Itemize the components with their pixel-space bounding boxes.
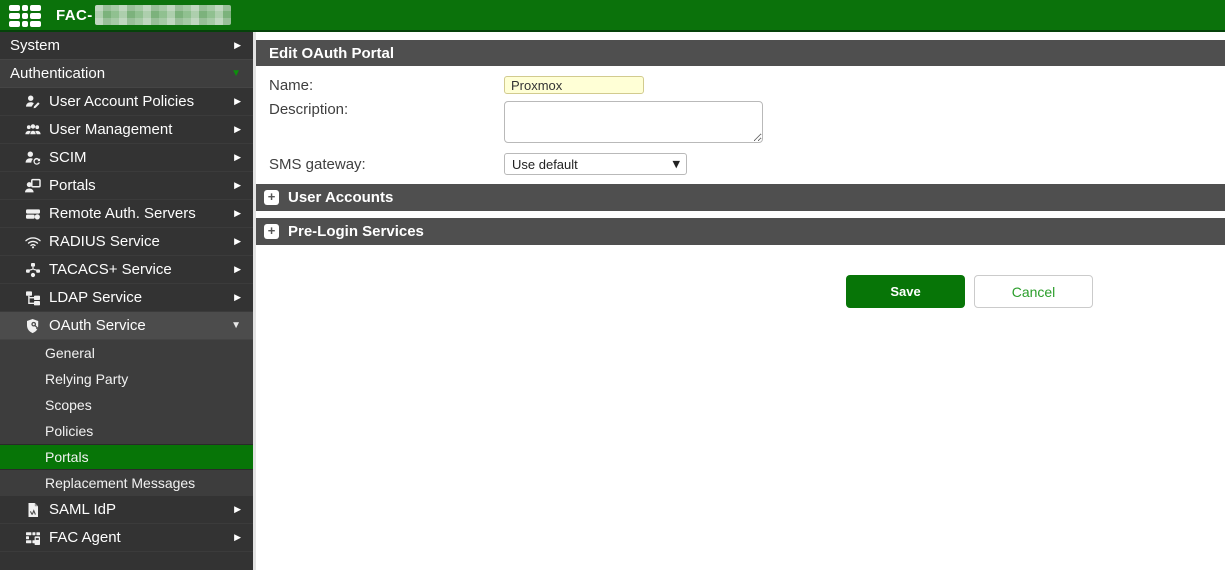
sidebar-subitem-replacement-messages[interactable]: Replacement Messages: [0, 470, 253, 496]
server-icon: [25, 206, 43, 222]
sidebar-item-label: Portals: [49, 177, 234, 194]
expand-plus-icon[interactable]: [264, 224, 279, 239]
sidebar-item-system[interactable]: System: [0, 32, 253, 60]
description-textarea[interactable]: [504, 101, 763, 143]
chevron-right-icon: [234, 41, 241, 50]
chevron-right-icon: [234, 153, 241, 162]
sidebar-subitem-scopes[interactable]: Scopes: [0, 392, 253, 418]
user-portal-icon: [25, 178, 43, 194]
sidebar-item-label: SCIM: [49, 149, 234, 166]
chevron-right-icon: [234, 97, 241, 106]
network-nodes-icon: [25, 262, 43, 278]
sidebar-item-radius-service[interactable]: RADIUS Service: [0, 228, 253, 256]
sidebar-subitem-policies[interactable]: Policies: [0, 418, 253, 444]
sidebar-item-label: User Management: [49, 121, 234, 138]
name-row: Name:: [269, 76, 1225, 94]
sidebar-item-label: RADIUS Service: [49, 233, 234, 250]
sidebar-item-label: Relying Party: [45, 371, 128, 387]
fortinet-logo-icon: [9, 5, 41, 27]
description-label: Description:: [269, 101, 504, 118]
sidebar-item-fac-agent[interactable]: FAC Agent: [0, 524, 253, 552]
main-content: Edit OAuth Portal Name: Description: SMS…: [256, 32, 1225, 570]
chevron-down-icon: [231, 321, 241, 331]
chevron-right-icon: [234, 209, 241, 218]
sidebar-subitem-portals[interactable]: Portals: [0, 444, 253, 470]
users-icon: [25, 122, 43, 138]
sidebar: System Authentication User Account Polic…: [0, 32, 253, 570]
name-input[interactable]: [504, 76, 644, 94]
page-title-bar: Edit OAuth Portal: [256, 40, 1225, 66]
sidebar-filler: [0, 552, 253, 560]
sms-gateway-select-wrap: Use default: [504, 153, 687, 175]
user-sync-icon: [25, 150, 43, 166]
sidebar-item-label: Policies: [45, 423, 93, 439]
section-pre-login-services[interactable]: Pre-Login Services: [256, 218, 1225, 245]
expand-plus-icon[interactable]: [264, 190, 279, 205]
description-row: Description:: [269, 101, 1225, 143]
section-label: User Accounts: [288, 189, 393, 206]
sidebar-item-ldap-service[interactable]: LDAP Service: [0, 284, 253, 312]
sidebar-item-user-management[interactable]: User Management: [0, 116, 253, 144]
page-title: Edit OAuth Portal: [269, 45, 394, 62]
sidebar-item-oauth-service[interactable]: OAuth Service: [0, 312, 253, 340]
sidebar-subitem-general[interactable]: General: [0, 340, 253, 366]
sms-gateway-row: SMS gateway: Use default: [269, 153, 1225, 175]
section-label: Pre-Login Services: [288, 223, 424, 240]
sidebar-item-label: Authentication: [10, 65, 231, 82]
document-icon: [25, 502, 43, 518]
brand-title: FAC-: [56, 7, 93, 24]
sidebar-item-scim[interactable]: SCIM: [0, 144, 253, 172]
name-label: Name:: [269, 77, 504, 94]
sidebar-item-label: User Account Policies: [49, 93, 234, 110]
sms-gateway-select[interactable]: Use default: [504, 153, 687, 175]
section-user-accounts[interactable]: User Accounts: [256, 184, 1225, 211]
sidebar-item-authentication[interactable]: Authentication: [0, 60, 253, 88]
shield-key-icon: [25, 318, 43, 334]
sms-gateway-label: SMS gateway:: [269, 156, 504, 173]
sidebar-subitem-relying-party[interactable]: Relying Party: [0, 366, 253, 392]
sidebar-item-label: Remote Auth. Servers: [49, 205, 234, 222]
hierarchy-icon: [25, 290, 43, 306]
sidebar-item-label: SAML IdP: [49, 501, 234, 518]
oauth-portal-form: Name: Description: SMS gateway: Use defa…: [256, 76, 1225, 175]
sidebar-item-saml-idp[interactable]: SAML IdP: [0, 496, 253, 524]
sidebar-item-label: OAuth Service: [49, 317, 231, 334]
chevron-right-icon: [234, 293, 241, 302]
chevron-right-icon: [234, 265, 241, 274]
wifi-icon: [25, 234, 43, 250]
sidebar-item-label: General: [45, 345, 95, 361]
chevron-right-icon: [234, 533, 241, 542]
sidebar-item-label: Replacement Messages: [45, 475, 195, 491]
sidebar-item-label: Portals: [45, 449, 89, 465]
sidebar-item-label: System: [10, 37, 234, 54]
user-policies-icon: [25, 94, 43, 110]
sidebar-item-label: Scopes: [45, 397, 92, 413]
redacted-hostname: [95, 5, 231, 25]
cancel-button[interactable]: Cancel: [974, 275, 1093, 308]
chevron-right-icon: [234, 181, 241, 190]
topbar: FAC-: [0, 0, 1225, 32]
grid-agent-icon: [25, 530, 43, 546]
chevron-right-icon: [234, 505, 241, 514]
sidebar-item-tacacs-service[interactable]: TACACS+ Service: [0, 256, 253, 284]
save-button[interactable]: Save: [846, 275, 965, 308]
chevron-right-icon: [234, 237, 241, 246]
sidebar-item-label: FAC Agent: [49, 529, 234, 546]
sidebar-item-remote-auth-servers[interactable]: Remote Auth. Servers: [0, 200, 253, 228]
sidebar-item-portals[interactable]: Portals: [0, 172, 253, 200]
chevron-down-icon: [231, 69, 241, 79]
sidebar-item-label: LDAP Service: [49, 289, 234, 306]
sidebar-item-user-account-policies[interactable]: User Account Policies: [0, 88, 253, 116]
sidebar-item-label: TACACS+ Service: [49, 261, 234, 278]
form-actions: Save Cancel: [846, 275, 1225, 308]
chevron-right-icon: [234, 125, 241, 134]
